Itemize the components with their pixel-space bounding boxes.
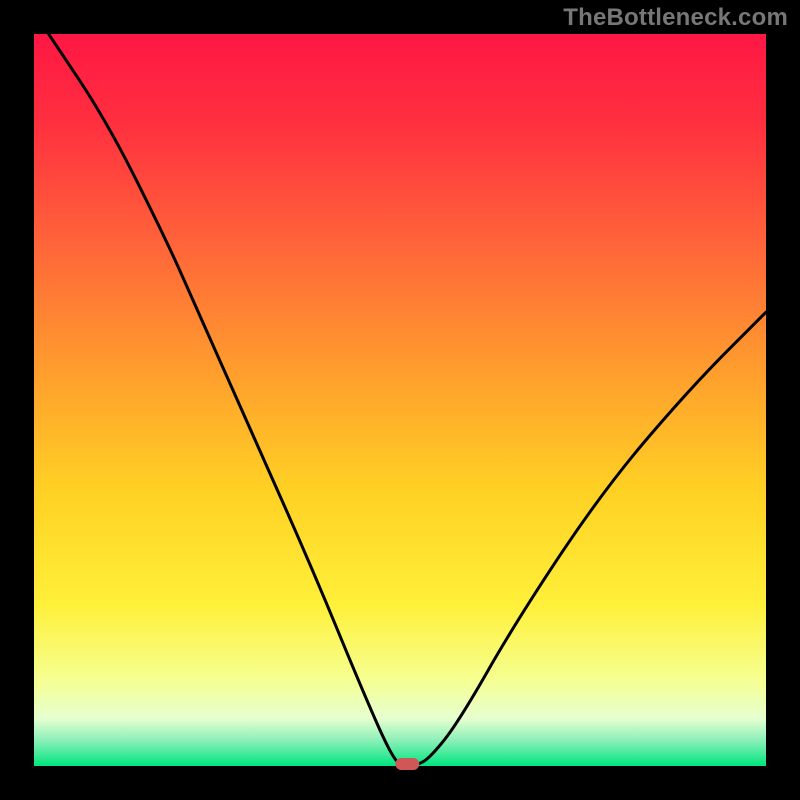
bottleneck-chart (0, 0, 800, 800)
optimum-marker (395, 758, 419, 770)
gradient-background (34, 34, 766, 766)
watermark-text: TheBottleneck.com (563, 4, 788, 32)
